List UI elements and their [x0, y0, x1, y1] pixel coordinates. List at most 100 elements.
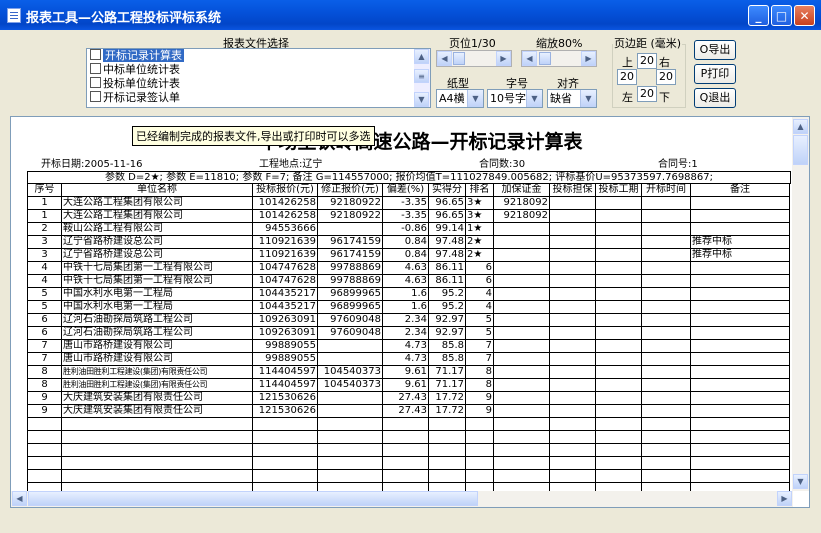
checkbox[interactable] [90, 91, 101, 102]
file-list-item[interactable]: 开标记录签认单 [87, 91, 430, 105]
exit-button[interactable]: Q退出 [694, 88, 736, 108]
table-cell: 1 [27, 196, 62, 210]
report-preview: 辛场至铁岭高速公路—开标记录计算表 已经编制完成的报表文件,导出或打印时可以多选… [10, 116, 810, 508]
table-cell [549, 339, 596, 353]
table-cell [595, 209, 642, 223]
checkbox[interactable] [90, 77, 101, 88]
table-row: 8 胜利油田胜利工程建设(集团)有限责任公司 114404597 104540373 9… [27, 365, 790, 379]
chevron-down-icon[interactable]: ▼ [580, 90, 596, 107]
table-cell: 97609048 [317, 313, 383, 327]
table-cell [641, 248, 691, 262]
table-cell: 大庆建筑安装集团有限责任公司 [61, 391, 253, 405]
zoom-in-icon[interactable]: ▶ [581, 51, 596, 66]
table-cell: 104747628 [252, 261, 318, 275]
scroll-right-icon[interactable]: ▶ [777, 491, 792, 506]
table-cell: 94553666 [252, 222, 318, 236]
margin-left-input[interactable]: 20 [617, 69, 637, 85]
table-cell [549, 326, 596, 340]
chevron-down-icon[interactable]: ▼ [467, 90, 483, 107]
table-cell: 96174159 [317, 248, 383, 262]
table-cell: 4.73 [382, 352, 429, 366]
zoom-out-icon[interactable]: ◀ [522, 51, 537, 66]
table-cell: 110921639 [252, 235, 318, 249]
scroll-thumb[interactable]: ≡ [414, 69, 429, 83]
contract-count: 合同数:30 [479, 159, 526, 170]
font-size-select[interactable]: 10号字 ▼ [487, 89, 543, 108]
table-row: 3 辽宁省路桥建设总公司 110921639 96174159 0.84 97.48 2★ 推… [27, 235, 790, 249]
table-cell [493, 313, 550, 327]
zoom-scrollbar[interactable]: ◀ ▶ [521, 50, 597, 67]
table-cell: 121530626 [252, 404, 318, 418]
table-cell: 9.61 [382, 365, 429, 379]
scroll-up-icon[interactable]: ▲ [793, 119, 808, 134]
table-cell [493, 391, 550, 405]
table-cell: 0.84 [382, 235, 429, 249]
table-row: 9 大庆建筑安装集团有限责任公司 121530626 27.43 17.72 9 [27, 404, 790, 418]
table-cell [493, 339, 550, 353]
table-cell: 1.6 [382, 300, 429, 314]
align-select[interactable]: 缺省 ▼ [547, 89, 597, 108]
table-cell: 辽河石油勘探局筑路工程公司 [61, 326, 253, 340]
page-thumb[interactable] [453, 52, 465, 65]
scroll-left-icon[interactable]: ◀ [12, 491, 27, 506]
table-cell [641, 326, 691, 340]
table-cell: 辽宁省路桥建设总公司 [61, 248, 253, 262]
report-vertical-scrollbar[interactable]: ▲ ▼ [792, 117, 809, 491]
export-button[interactable]: O导出 [694, 40, 736, 60]
table-cell [549, 248, 596, 262]
table-cell: 推荐中标 [690, 235, 790, 249]
column-header: 开标时间 [641, 183, 691, 197]
file-list-item[interactable]: 投标单位统计表 [87, 77, 430, 91]
minimize-button[interactable]: _ [748, 5, 769, 26]
print-button[interactable]: P打印 [694, 64, 736, 84]
checkbox[interactable] [90, 49, 101, 60]
page-next-icon[interactable]: ▶ [496, 51, 511, 66]
table-cell: 27.43 [382, 391, 429, 405]
zoom-thumb[interactable] [539, 52, 551, 65]
table-cell: 99889055 [252, 352, 318, 366]
scroll-down-icon[interactable]: ▼ [414, 92, 429, 107]
table-row: 3 辽宁省路桥建设总公司 110921639 96174159 0.84 97.48 2★ 推… [27, 248, 790, 262]
table-cell: 0.84 [382, 248, 429, 262]
page-scrollbar[interactable]: ◀ ▶ [436, 50, 512, 67]
margin-top-input[interactable]: 20 [637, 53, 657, 69]
margin-bottom-input[interactable]: 20 [637, 86, 657, 102]
file-list-scrollbar[interactable]: ▲ ≡ ▼ [414, 49, 430, 107]
report-horizontal-scrollbar[interactable]: ◀ ▶ [11, 491, 793, 507]
margin-right-input[interactable]: 20 [656, 69, 676, 85]
table-cell [641, 287, 691, 301]
file-list-item[interactable]: 中标单位统计表 [87, 63, 430, 77]
table-cell [549, 261, 596, 275]
table-cell [641, 352, 691, 366]
table-cell: 7 [27, 352, 62, 366]
title-bar: 报表工具—公路工程投标评标系统 _ □ ✕ [0, 0, 821, 30]
table-cell: -3.35 [382, 196, 429, 210]
table-cell: 95.2 [428, 287, 466, 301]
report-scroll-thumb[interactable] [793, 135, 808, 165]
table-cell [595, 287, 642, 301]
page-prev-icon[interactable]: ◀ [437, 51, 452, 66]
maximize-button[interactable]: □ [771, 5, 792, 26]
table-cell [549, 274, 596, 288]
close-button[interactable]: ✕ [794, 5, 815, 26]
table-cell [595, 274, 642, 288]
scroll-up-icon[interactable]: ▲ [414, 49, 429, 64]
margin-label: 页边距 (毫米) [613, 35, 683, 51]
table-cell [690, 274, 790, 288]
table-cell [595, 404, 642, 418]
table-cell [690, 378, 790, 392]
table-cell: 96899965 [317, 287, 383, 301]
table-cell: 4 [27, 274, 62, 288]
project-location: 工程地点:辽宁 [259, 159, 323, 170]
file-list-item[interactable]: 开标记录计算表 [87, 49, 430, 63]
paper-select[interactable]: A4横 ▼ [436, 89, 484, 108]
table-cell [690, 391, 790, 405]
empty-row [27, 456, 790, 470]
table-cell [493, 222, 550, 236]
report-hscroll-thumb[interactable] [28, 491, 478, 506]
scroll-down-icon[interactable]: ▼ [793, 474, 808, 489]
table-cell: 5 [27, 300, 62, 314]
chevron-down-icon[interactable]: ▼ [526, 90, 542, 107]
checkbox[interactable] [90, 63, 101, 74]
report-file-list[interactable]: 开标记录计算表 中标单位统计表 投标单位统计表 开标记录签认单 ▲ ≡ ▼ [86, 48, 431, 108]
